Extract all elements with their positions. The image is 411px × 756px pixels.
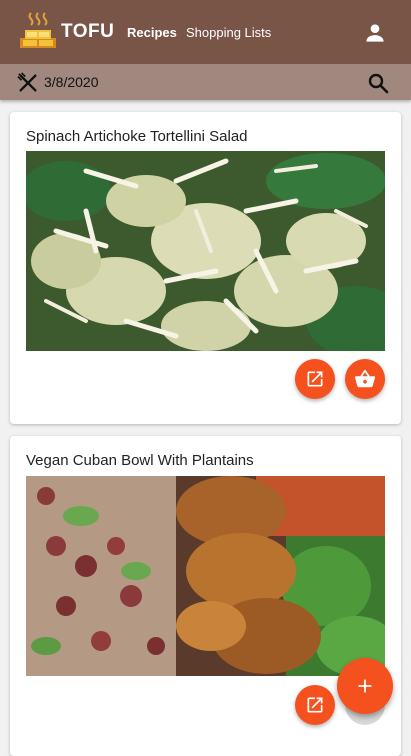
nav-shopping-lists[interactable]: Shopping Lists — [186, 25, 271, 40]
recipe-image[interactable] — [26, 476, 385, 676]
recipe-title[interactable]: Spinach Artichoke Tortellini Salad — [26, 128, 248, 145]
add-icon — [358, 679, 372, 693]
recipe-card: Vegan Cuban Bowl With Plantains — [10, 436, 401, 756]
nav-recipes[interactable]: Recipes — [127, 25, 177, 40]
app-bar: TOFU Recipes Shopping Lists — [0, 0, 411, 64]
add-to-basket-button[interactable] — [345, 359, 385, 399]
search-icon[interactable] — [366, 71, 390, 95]
app-brand: TOFU — [61, 21, 115, 42]
open-recipe-button[interactable] — [295, 685, 335, 725]
basket-icon — [354, 369, 376, 388]
cutlery-icon — [17, 72, 37, 92]
add-recipe-button[interactable] — [337, 658, 393, 714]
recipe-image[interactable] — [26, 151, 385, 351]
date-toolbar: 3/8/2020 — [0, 64, 411, 100]
account-icon[interactable] — [362, 20, 388, 46]
open-in-new-icon — [307, 697, 323, 713]
open-in-new-icon — [307, 371, 323, 387]
recipe-card: Spinach Artichoke Tortellini Salad — [10, 112, 401, 424]
recipe-title[interactable]: Vegan Cuban Bowl With Plantains — [26, 452, 254, 469]
open-recipe-button[interactable] — [295, 359, 335, 399]
tofu-logo-icon[interactable] — [17, 10, 59, 52]
selected-date[interactable]: 3/8/2020 — [44, 74, 99, 90]
